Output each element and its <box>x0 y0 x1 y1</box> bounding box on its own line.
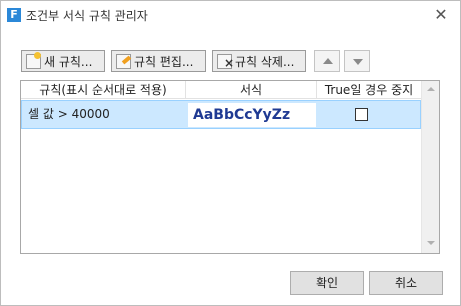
close-button[interactable]: ✕ <box>432 6 450 24</box>
edit-rule-label: 규칙 편집... <box>134 54 194 69</box>
delete-rule-label: 규칙 삭제... <box>235 54 295 69</box>
conditional-format-dialog: F 조건부 서식 규칙 관리자 ✕ 새 규칙... 규칙 편집... 규칙 삭제… <box>0 0 461 306</box>
move-up-button[interactable] <box>314 50 340 72</box>
new-rule-button[interactable]: 새 규칙... <box>21 50 105 72</box>
stop-if-true-checkbox[interactable] <box>355 108 368 121</box>
rule-row[interactable]: 셀 값 > 40000 AaBbCcYyZz <box>21 100 421 129</box>
ok-button[interactable]: 확인 <box>290 271 364 295</box>
delete-rule-icon <box>217 53 234 69</box>
vertical-scrollbar[interactable] <box>421 81 439 253</box>
rule-condition: 셀 값 > 40000 <box>28 107 110 121</box>
scroll-down-icon[interactable] <box>427 241 435 245</box>
rule-list-header: 규칙(표시 순서대로 적용) 서식 True일 경우 중지 <box>21 81 421 99</box>
column-header-stop-if-true[interactable]: True일 경우 중지 <box>317 81 421 99</box>
rule-list[interactable]: 규칙(표시 순서대로 적용) 서식 True일 경우 중지 셀 값 > 4000… <box>20 80 440 254</box>
edit-rule-button[interactable]: 규칙 편집... <box>111 50 206 72</box>
edit-rule-icon <box>116 53 131 69</box>
new-rule-label: 새 규칙... <box>44 54 93 69</box>
new-rule-icon <box>26 51 41 69</box>
arrow-down-icon <box>353 59 363 65</box>
window-title: 조건부 서식 규칙 관리자 <box>26 9 148 23</box>
arrow-up-icon <box>323 58 333 64</box>
cancel-button[interactable]: 취소 <box>369 271 443 295</box>
format-preview: AaBbCcYyZz <box>188 103 316 127</box>
title-bar: F 조건부 서식 규칙 관리자 ✕ <box>1 1 460 29</box>
app-icon: F <box>7 8 21 22</box>
move-down-button[interactable] <box>344 50 370 72</box>
scroll-up-icon[interactable] <box>427 87 435 91</box>
column-header-format[interactable]: 서식 <box>186 81 317 99</box>
delete-rule-button[interactable]: 규칙 삭제... <box>212 50 306 72</box>
column-header-rule[interactable]: 규칙(표시 순서대로 적용) <box>21 81 186 99</box>
